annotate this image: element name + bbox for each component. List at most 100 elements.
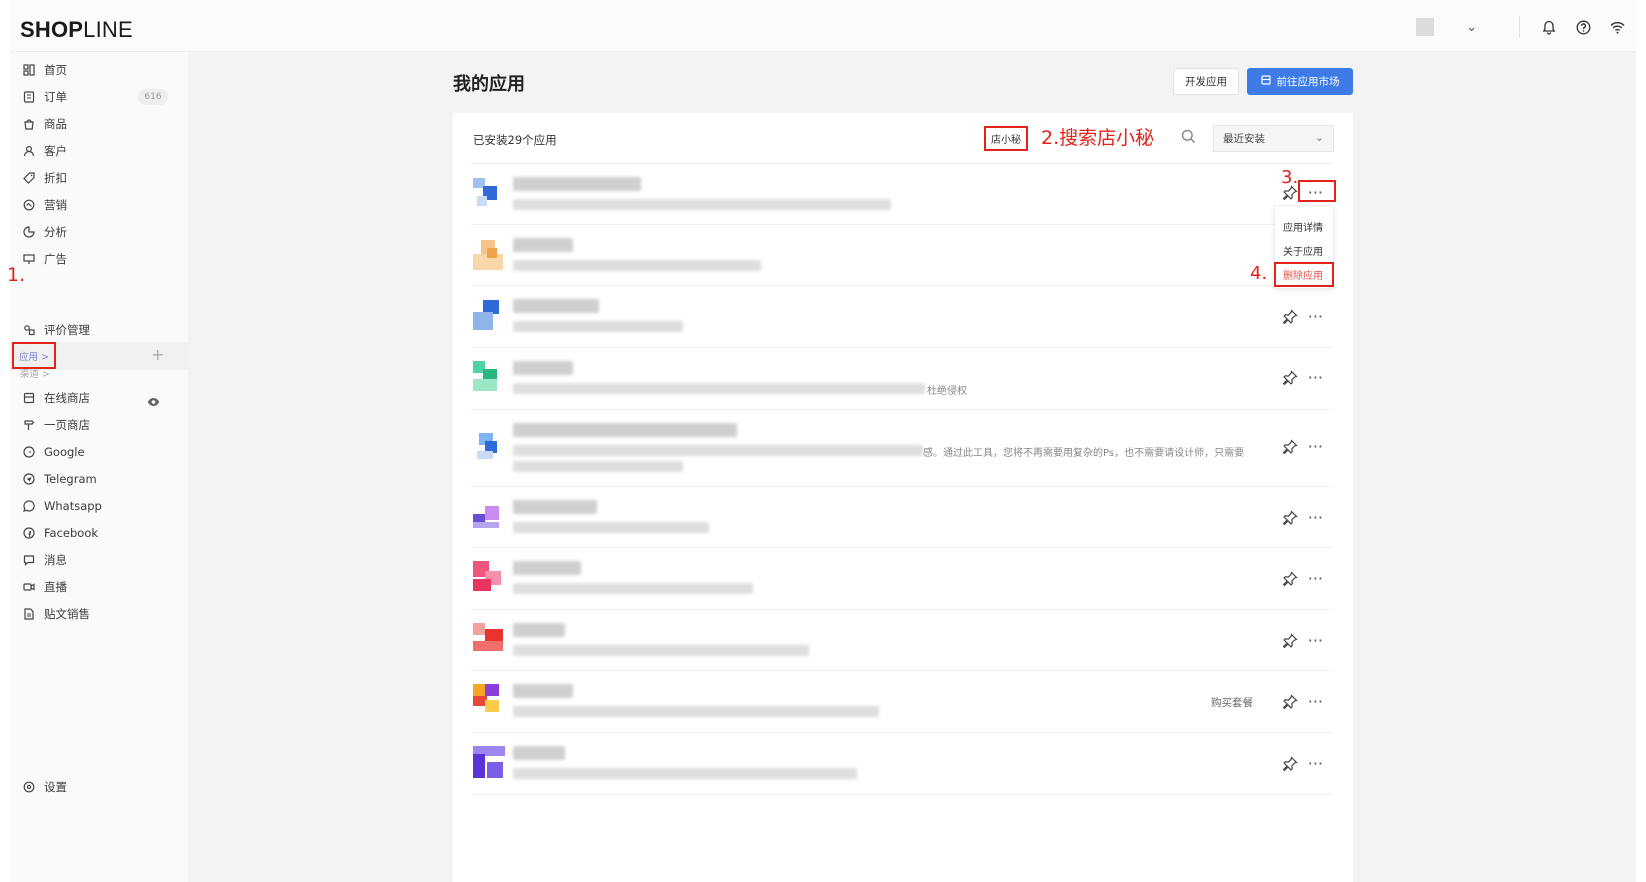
- sidebar-item-label: 设置: [44, 780, 67, 794]
- wifi-icon[interactable]: [1606, 16, 1628, 38]
- sidebar-item-label: 一页商店: [44, 418, 90, 432]
- sidebar-item-reviews[interactable]: 评价管理: [22, 319, 90, 341]
- sidebar-item-label: Google: [44, 445, 85, 459]
- sidebar-item-post-sales[interactable]: 贴文销售: [22, 603, 90, 625]
- pin-icon[interactable]: [1282, 309, 1298, 325]
- sidebar-item-label: Facebook: [44, 526, 99, 540]
- app-row[interactable]: ···: [471, 488, 1333, 548]
- app-desc-blurred: [513, 383, 925, 394]
- app-row[interactable]: ···: [471, 734, 1333, 795]
- sidebar-item-label: 折扣: [44, 171, 67, 185]
- add-app-icon[interactable]: +: [151, 345, 164, 364]
- message-icon: [22, 553, 36, 567]
- more-options-icon[interactable]: ···: [1308, 370, 1323, 386]
- chevron-down-icon[interactable]: ⌄: [1466, 20, 1477, 35]
- menu-item-about-app[interactable]: 关于应用: [1283, 243, 1323, 258]
- row-actions: ···: [1282, 633, 1323, 649]
- shopline-logo[interactable]: SHOPLINE: [20, 17, 133, 43]
- pin-icon[interactable]: [1282, 439, 1298, 455]
- pin-icon[interactable]: [1282, 571, 1298, 587]
- sidebar-item-analytics[interactable]: 分析: [22, 221, 67, 243]
- sidebar-item-settings[interactable]: 设置: [22, 776, 67, 798]
- pin-icon[interactable]: [1282, 694, 1298, 710]
- app-logo: [473, 561, 505, 593]
- pin-icon[interactable]: [1282, 633, 1298, 649]
- more-options-icon[interactable]: ···: [1308, 309, 1323, 325]
- sidebar-item-label: 直播: [44, 580, 67, 594]
- whatsapp-icon: [22, 499, 36, 513]
- dashboard-icon: [22, 63, 36, 77]
- app-logo: [473, 361, 505, 393]
- menu-item-app-details[interactable]: 应用详情: [1283, 219, 1323, 234]
- app-row[interactable]: ···: [471, 549, 1333, 610]
- app-row[interactable]: 感。通过此工具，您将不再需要用复杂的Ps，也不需要请设计师，只需要 ···: [471, 411, 1333, 487]
- app-desc-blurred: [513, 706, 879, 717]
- sidebar-item-discounts[interactable]: 折扣: [22, 167, 67, 189]
- sidebar-item-apps[interactable]: 应用 >: [12, 342, 56, 369]
- app-row[interactable]: [471, 226, 1333, 286]
- more-options-icon[interactable]: ···: [1308, 571, 1323, 587]
- app-row[interactable]: 杜绝侵权 ···: [471, 349, 1333, 410]
- search-icon[interactable]: [1181, 129, 1196, 148]
- sidebar-item-messages[interactable]: 消息: [22, 549, 67, 571]
- sidebar-item-online-store[interactable]: 在线商店: [22, 387, 90, 409]
- sidebar-item-label: 消息: [44, 553, 67, 567]
- top-bar: SHOPLINE ⌄: [10, 0, 1636, 52]
- pin-icon[interactable]: [1282, 370, 1298, 386]
- app-desc-blurred: [513, 522, 709, 533]
- eye-icon[interactable]: [147, 392, 160, 411]
- app-name-blurred: [513, 177, 641, 191]
- page-title: 我的应用: [453, 74, 525, 95]
- sidebar-item-google[interactable]: Google: [22, 441, 85, 463]
- store-avatar[interactable]: [1416, 18, 1435, 36]
- facebook-icon: [22, 526, 36, 540]
- more-options-icon[interactable]: ···: [1308, 439, 1323, 455]
- help-icon[interactable]: [1572, 16, 1594, 38]
- app-description: 杜绝侵权: [927, 386, 967, 397]
- app-desc-blurred: [513, 321, 683, 332]
- sidebar-item-home[interactable]: 首页: [22, 59, 67, 81]
- installed-count: 已安装29个应用: [473, 133, 557, 147]
- tag-icon: [22, 171, 36, 185]
- pin-icon[interactable]: [1282, 510, 1298, 526]
- app-row[interactable]: ···: [471, 287, 1333, 348]
- sidebar-item-one-page-store[interactable]: 一页商店: [22, 414, 90, 436]
- more-options-icon[interactable]: ···: [1308, 694, 1323, 710]
- sidebar-item-facebook[interactable]: Facebook: [22, 522, 98, 544]
- sidebar-item-label: 营销: [44, 198, 67, 212]
- installed-apps-card: 已安装29个应用 店小秘 2.搜索店小秘 最近安装 ⌄ ··· ··· 杜绝侵权…: [453, 113, 1353, 882]
- pin-icon[interactable]: [1282, 756, 1298, 772]
- app-name-blurred: [513, 299, 599, 313]
- row-actions: ···: [1282, 756, 1323, 772]
- sort-select-value: 最近安装: [1223, 133, 1265, 145]
- sort-select[interactable]: 最近安装 ⌄: [1213, 125, 1334, 152]
- sidebar-item-orders[interactable]: 订单: [22, 86, 67, 108]
- search-input[interactable]: 店小秘: [984, 126, 1028, 151]
- sidebar-item-ads[interactable]: 广告: [22, 248, 67, 270]
- develop-app-button[interactable]: 开发应用: [1173, 68, 1239, 95]
- go-to-app-market-button[interactable]: 前往应用市场: [1247, 68, 1353, 95]
- sidebar-item-label: 商品: [44, 117, 67, 131]
- bell-icon[interactable]: [1538, 16, 1560, 38]
- app-logo: [473, 300, 505, 332]
- app-row[interactable]: 购买套餐 ···: [471, 672, 1333, 733]
- app-desc-blurred: [513, 768, 857, 779]
- app-row[interactable]: ···: [471, 165, 1333, 225]
- app-logo: [473, 178, 505, 210]
- sidebar-item-live[interactable]: 直播: [22, 576, 67, 598]
- annotation-step-3: 3.: [1281, 167, 1299, 188]
- sidebar-item-whatsapp[interactable]: Whatsapp: [22, 495, 102, 517]
- channels-group-label[interactable]: 渠道 >: [20, 366, 50, 380]
- row-actions: ···: [1282, 309, 1323, 325]
- sidebar-item-label: 贴文销售: [44, 607, 90, 621]
- more-options-icon[interactable]: ···: [1308, 510, 1323, 526]
- more-options-icon[interactable]: ···: [1308, 633, 1323, 649]
- sidebar-item-telegram[interactable]: Telegram: [22, 468, 97, 490]
- buy-plan-link[interactable]: 购买套餐: [1211, 695, 1253, 710]
- sidebar-item-marketing[interactable]: 营销: [22, 194, 67, 216]
- sidebar-item-customers[interactable]: 客户: [22, 140, 67, 162]
- sidebar-item-products[interactable]: 商品: [22, 113, 67, 135]
- app-name-blurred: [513, 561, 581, 575]
- app-row[interactable]: ···: [471, 611, 1333, 671]
- more-options-icon[interactable]: ···: [1308, 756, 1323, 772]
